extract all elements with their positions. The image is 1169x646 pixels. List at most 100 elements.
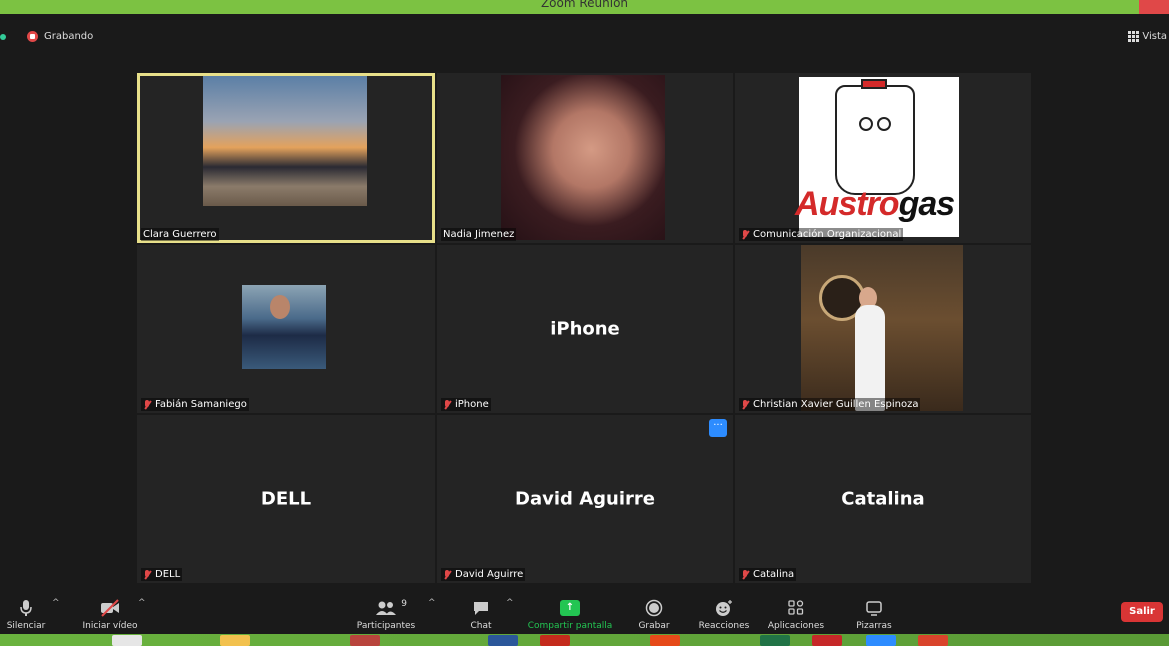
record-circle-icon <box>643 599 665 617</box>
video-tile-comunicacion-organizacional[interactable]: Austrogas Comunicación Organizacional <box>735 73 1031 243</box>
mascot-eyes <box>859 117 891 131</box>
portrait-video-feed <box>501 75 665 240</box>
participant-display-name: DELL <box>260 488 312 510</box>
participant-name: DELL <box>155 569 181 580</box>
meeting-stage: Grabando Vista Clara Guerrero Nadia Jime… <box>0 14 1169 590</box>
video-tile-fabian-samaniego[interactable]: Fabián Samaniego <box>137 245 435 413</box>
taskbar-app[interactable] <box>220 635 250 646</box>
participant-name: Catalina <box>753 569 795 580</box>
participant-name: iPhone <box>455 399 489 410</box>
muted-mic-icon <box>443 399 452 410</box>
apps-label: Aplicaciones <box>767 621 825 631</box>
record-button[interactable]: Grabar <box>634 590 674 634</box>
chat-label: Chat <box>470 621 492 631</box>
whiteboards-button[interactable]: Pizarras <box>850 590 898 634</box>
share-screen-button[interactable]: ↑ Compartir pantalla <box>524 590 616 634</box>
austrogas-logo: Austrogas <box>795 185 955 223</box>
taskbar-app[interactable] <box>350 635 380 646</box>
participants-count: 9 <box>401 599 407 609</box>
grid-view-icon <box>1128 31 1140 42</box>
maximize-button[interactable] <box>1105 0 1129 14</box>
participant-name: Comunicación Organizacional <box>753 229 902 240</box>
video-options-caret[interactable]: ^ <box>138 598 146 608</box>
recording-label: Grabando <box>44 31 94 42</box>
window-title: Zoom Reunión <box>540 0 629 10</box>
share-screen-icon: ↑ <box>559 599 581 617</box>
meeting-toolbar: Silenciar ^ Iniciar vídeo ^ 9 Participan… <box>0 590 1169 634</box>
taskbar-app[interactable] <box>650 635 680 646</box>
taskbar-app[interactable] <box>760 635 790 646</box>
more-options-button[interactable]: ··· <box>709 419 727 437</box>
participant-display-name: David Aguirre <box>515 488 655 510</box>
gas-tank-mascot <box>835 85 915 195</box>
sunset-video-feed <box>203 76 367 206</box>
view-button[interactable]: Vista <box>1128 31 1167 42</box>
video-tile-clara-guerrero[interactable]: Clara Guerrero <box>137 73 435 243</box>
video-off-icon <box>99 599 121 617</box>
window-titlebar: Zoom Reunión <box>0 0 1169 14</box>
participant-name: David Aguirre <box>455 569 524 580</box>
profile-photo <box>242 285 326 369</box>
taskbar-app[interactable] <box>812 635 842 646</box>
gas-tank-cap <box>861 79 887 89</box>
participant-name-label: Nadia Jimenez <box>441 228 517 241</box>
participants-button[interactable]: 9 Participantes <box>350 590 422 634</box>
participant-name-label: iPhone <box>441 398 491 411</box>
video-tile-iphone[interactable]: iPhone iPhone <box>437 245 733 413</box>
start-video-label: Iniciar vídeo <box>82 621 138 631</box>
view-label: Vista <box>1142 31 1167 42</box>
participant-name-label: Catalina <box>739 568 797 581</box>
muted-mic-icon <box>741 569 750 580</box>
taskbar-app[interactable] <box>112 635 142 646</box>
reactions-smiley-icon <box>713 599 735 617</box>
video-tile-christian-guillen[interactable]: Christian Xavier Guillen Espinoza <box>735 245 1031 413</box>
participant-name: Fabián Samaniego <box>155 399 247 410</box>
leave-button[interactable]: Salir <box>1121 602 1163 622</box>
os-taskbar <box>0 634 1169 646</box>
mute-label: Silenciar <box>6 621 46 631</box>
muted-mic-icon <box>741 229 750 240</box>
participants-caret[interactable]: ^ <box>428 598 436 608</box>
whiteboard-icon <box>863 599 885 617</box>
taskbar-app[interactable] <box>866 635 896 646</box>
reactions-button[interactable]: Reacciones <box>694 590 754 634</box>
video-tile-david-aguirre[interactable]: ··· David Aguirre David Aguirre <box>437 415 733 583</box>
participant-display-name: Catalina <box>841 488 925 510</box>
austrogas-logo-image: Austrogas <box>795 77 959 237</box>
face-shape <box>270 295 290 319</box>
apps-button[interactable]: Aplicaciones <box>764 590 828 634</box>
audio-options-caret[interactable]: ^ <box>52 598 60 608</box>
profile-photo-tall <box>801 245 963 411</box>
start-video-button[interactable]: Iniciar vídeo <box>78 590 142 634</box>
chat-button[interactable]: Chat <box>463 590 499 634</box>
record-icon <box>27 31 38 42</box>
participant-name-label: DELL <box>141 568 183 581</box>
connection-indicator <box>0 34 6 40</box>
whiteboards-label: Pizarras <box>856 621 892 631</box>
minimize-button[interactable] <box>1081 0 1105 14</box>
participants-icon: 9 <box>375 599 407 617</box>
video-tile-nadia-jimenez[interactable]: Nadia Jimenez <box>437 73 733 243</box>
participants-label: Participantes <box>356 621 416 631</box>
apps-icon <box>785 599 807 617</box>
muted-mic-icon <box>143 569 152 580</box>
participant-name: Clara Guerrero <box>143 229 217 240</box>
taskbar-app[interactable] <box>918 635 948 646</box>
video-tile-catalina[interactable]: Catalina Catalina <box>735 415 1031 583</box>
muted-mic-icon <box>443 569 452 580</box>
video-tile-dell[interactable]: DELL DELL <box>137 415 435 583</box>
chat-caret[interactable]: ^ <box>506 598 514 608</box>
mute-button[interactable]: Silenciar <box>4 590 48 634</box>
close-button[interactable] <box>1139 0 1169 14</box>
participant-name-label: Clara Guerrero <box>141 228 219 241</box>
taskbar-app[interactable] <box>540 635 570 646</box>
share-screen-label: Compartir pantalla <box>527 621 613 631</box>
participant-name: Nadia Jimenez <box>443 229 515 240</box>
taskbar-app[interactable] <box>488 635 518 646</box>
participant-name-label: Fabián Samaniego <box>141 398 249 411</box>
recording-indicator[interactable]: Grabando <box>27 31 93 42</box>
microphone-icon <box>15 599 37 617</box>
reactions-label: Reacciones <box>698 621 750 631</box>
participant-name-label: Comunicación Organizacional <box>739 228 904 241</box>
chat-bubble-icon <box>470 599 492 617</box>
